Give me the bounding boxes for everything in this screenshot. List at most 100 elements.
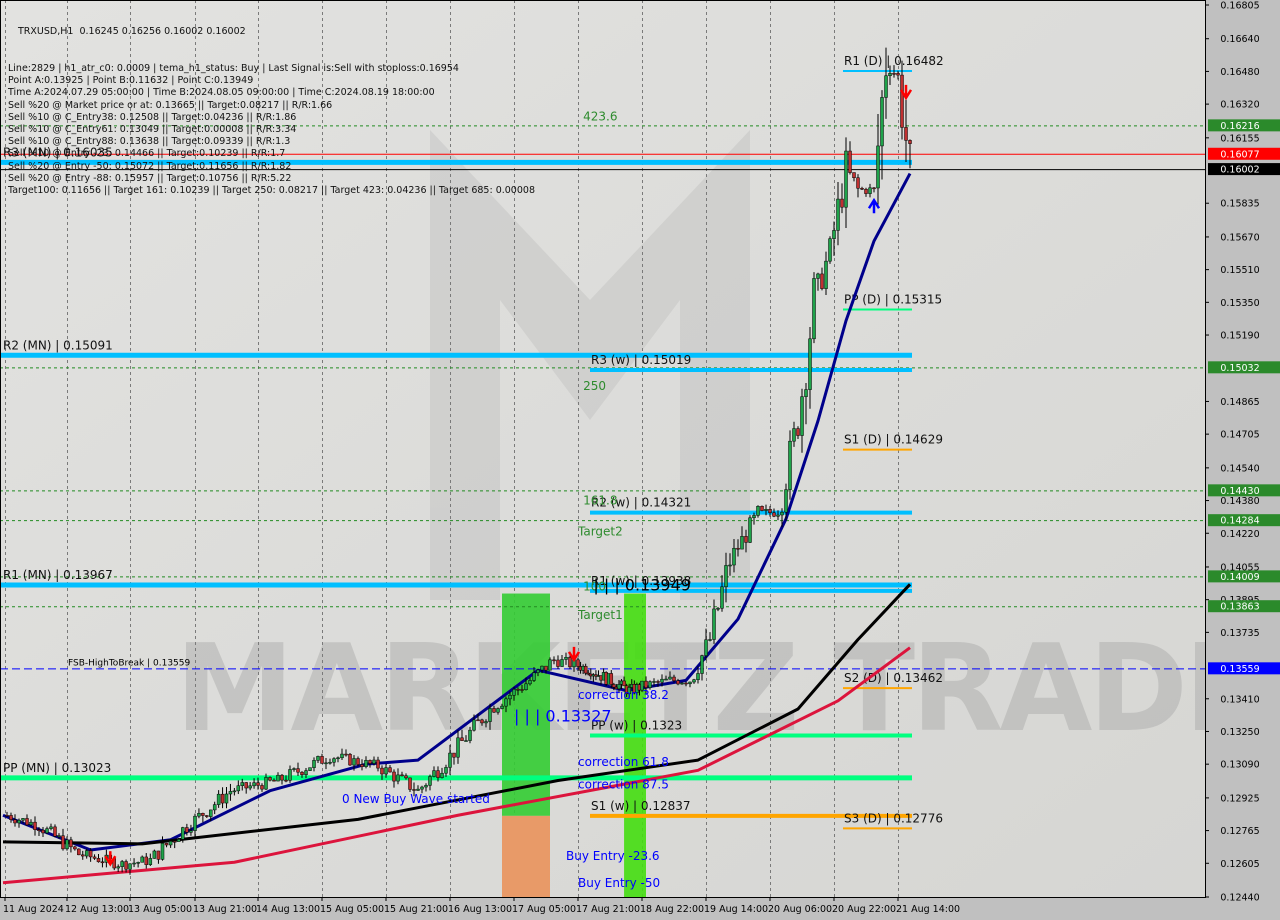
candle-body	[148, 858, 153, 865]
x-tick-label: 20 Aug 06:00	[768, 904, 832, 915]
candle-body	[896, 73, 900, 76]
candle-body	[688, 681, 692, 685]
candle-body	[396, 774, 400, 782]
candle-body	[820, 273, 824, 289]
info-line: Sell %20 @ Market price or at: 0.13665 |…	[8, 99, 333, 111]
candle-body	[232, 790, 237, 793]
candle-body	[408, 777, 412, 790]
candle-body	[508, 695, 512, 700]
candle-body	[428, 776, 432, 786]
y-tick-label: 0.12605	[1220, 859, 1259, 870]
chart-annotation: correction 38.2	[578, 688, 669, 702]
candle-body	[152, 850, 157, 859]
candle-body	[236, 785, 241, 792]
candle-body	[185, 827, 189, 833]
candle-body	[288, 769, 292, 781]
zone-lower	[502, 815, 550, 897]
candle-body	[13, 819, 17, 824]
x-tick-label: 16 Aug 13:00	[448, 904, 512, 915]
candle-body	[41, 829, 45, 834]
price-badge-label: 0.14284	[1220, 516, 1259, 527]
candle-body	[416, 788, 420, 791]
candle-body	[844, 150, 848, 208]
candle-body	[384, 767, 388, 775]
info-line: Time A:2024.07.29 05:00:00 | Time B:2024…	[8, 87, 435, 99]
candle-body	[804, 389, 808, 397]
candle-body	[460, 737, 464, 741]
candle-body	[372, 759, 376, 764]
candle-body	[404, 775, 408, 779]
x-tick-label: 15 Aug 21:00	[384, 904, 448, 915]
candle-body	[684, 682, 688, 685]
pivot-level-label: R1 (MN) | 0.13967	[3, 568, 113, 582]
candle-body	[356, 758, 360, 765]
candle-body	[476, 719, 480, 722]
candle-body	[17, 819, 21, 824]
pivot-level-label: R3 (w) | 0.15019	[591, 353, 691, 367]
price-badge-label: 0.15032	[1220, 363, 1259, 374]
candle-body	[792, 428, 796, 442]
candle-body	[312, 760, 316, 768]
candle-body	[892, 73, 896, 75]
candle-body	[772, 512, 776, 517]
candle-body	[648, 681, 652, 688]
candle-body	[168, 840, 173, 846]
candle-body	[568, 657, 572, 668]
chart-annotation: | | | 0.13327	[514, 706, 612, 725]
candle-body	[516, 689, 520, 691]
y-tick-label: 0.14705	[1220, 430, 1259, 441]
x-tick-label: 18 Aug 22:00	[640, 904, 704, 915]
candle-body	[352, 758, 356, 766]
candle-body	[536, 669, 540, 673]
candle-body	[736, 547, 740, 550]
candle-body	[53, 826, 57, 837]
y-tick-label: 0.16640	[1220, 34, 1259, 45]
pivot-level-label: S1 (w) | 0.12837	[591, 799, 691, 813]
candle-body	[177, 839, 181, 842]
candle-body	[360, 764, 364, 768]
candle-body	[872, 187, 876, 190]
x-tick-label: 20 Aug 22:00	[832, 904, 896, 915]
pivot-level-label: R2 (MN) | 0.15091	[3, 338, 113, 352]
candle-body	[160, 843, 165, 860]
candle-body	[432, 770, 436, 777]
candle-body	[888, 73, 892, 77]
info-line: Sell %10 @ C_Entry38: 0.12508 || Target:…	[8, 111, 297, 123]
candle-body	[808, 338, 812, 390]
candle-body	[472, 719, 476, 731]
candle-body	[392, 771, 396, 782]
candle-body	[320, 756, 324, 764]
candle-body	[664, 678, 668, 681]
pivot-level-label: PP (D) | 0.15315	[844, 292, 942, 306]
candle-body	[73, 846, 77, 850]
x-tick-label: 17 Aug 21:00	[576, 904, 640, 915]
candle-body	[248, 785, 252, 789]
symbol-header: TRXUSD,H1 0.16245 0.16256 0.16002 0.1600…	[18, 26, 246, 38]
candle-body	[720, 586, 724, 609]
chart-annotation: correction 87.5	[578, 778, 669, 792]
candle-body	[504, 698, 508, 707]
chart-annotation: Target1	[577, 608, 623, 622]
y-tick-label: 0.14380	[1220, 496, 1259, 507]
candle-body	[244, 782, 248, 789]
candle-body	[424, 785, 428, 788]
candle-body	[92, 856, 97, 859]
candle-body	[69, 839, 73, 848]
candle-body	[672, 676, 676, 681]
candle-body	[528, 680, 532, 685]
candle-body	[296, 768, 300, 773]
price-badge-label: 0.16002	[1220, 165, 1259, 176]
candle-body	[848, 150, 852, 173]
candle-body	[77, 848, 81, 856]
candle-body	[796, 428, 800, 436]
candle-body	[452, 752, 456, 758]
candle-body	[340, 753, 344, 759]
candle-body	[84, 850, 89, 857]
candle-body	[348, 753, 352, 766]
candle-body	[29, 821, 33, 826]
candle-body	[436, 770, 440, 778]
candle-body	[712, 608, 716, 640]
candle-body	[464, 740, 468, 742]
chart-annotation: correction 61.8	[578, 755, 669, 769]
candle-body	[156, 850, 161, 860]
